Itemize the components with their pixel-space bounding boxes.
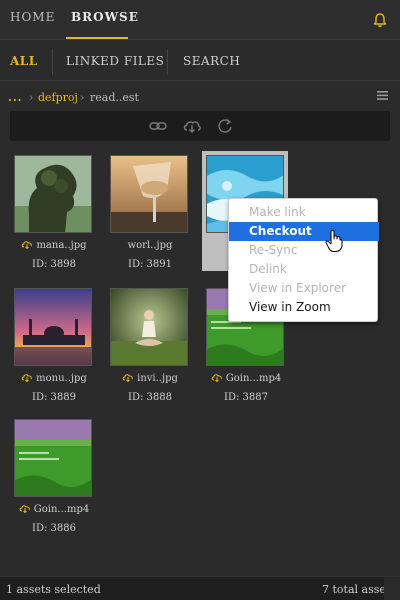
scrollbar-corner — [384, 577, 400, 600]
asset-filename: worl..jpg — [127, 240, 173, 251]
asset-name: invi..jpg — [106, 373, 194, 384]
selection-count: 1 assets selected — [6, 583, 101, 596]
filter-all[interactable]: ALL — [10, 54, 38, 68]
asset-tile[interactable]: monu..jpg ID: 3889 — [10, 284, 104, 404]
active-tab-indicator — [66, 37, 128, 39]
total-count: 7 total asset — [322, 583, 391, 596]
asset-filename: monu..jpg — [36, 373, 87, 384]
hand-cursor-icon — [325, 229, 343, 252]
menu-item-view-in-zoom[interactable]: View in Zoom — [229, 298, 379, 317]
filter-bar: ALL LINKED FILES SEARCH — [0, 41, 400, 81]
asset-thumbnail[interactable] — [14, 155, 92, 233]
tab-browse[interactable]: BROWSE — [71, 10, 139, 24]
status-bar: 1 assets selected 7 total asset — [0, 576, 400, 600]
context-menu: Make link Checkout Re-Sync Delink View i… — [228, 198, 379, 322]
asset-thumbnail[interactable] — [14, 288, 92, 366]
asset-filename: Goin...mp4 — [33, 504, 90, 515]
divider — [52, 49, 53, 75]
asset-name: worl..jpg — [106, 240, 194, 251]
action-toolbar — [10, 111, 390, 141]
asset-id: ID: 3889 — [32, 392, 76, 403]
asset-tile[interactable]: invi..jpg ID: 3888 — [106, 284, 200, 404]
refresh-icon[interactable] — [215, 117, 235, 135]
breadcrumb: ... › defproj › read..est — [0, 82, 400, 110]
asset-id: ID: 3891 — [128, 259, 172, 270]
menu-item-make-link[interactable]: Make link — [229, 203, 379, 222]
breadcrumb-separator: › — [80, 91, 85, 104]
menu-item-delink[interactable]: Delink — [229, 260, 379, 279]
asset-name: monu..jpg — [10, 373, 98, 384]
cloud-download-icon — [19, 505, 30, 513]
asset-thumbnail[interactable] — [110, 155, 188, 233]
asset-filename: invi..jpg — [137, 373, 178, 384]
breadcrumb-root[interactable]: ... — [8, 91, 23, 104]
hamburger-menu-icon[interactable] — [377, 91, 388, 100]
asset-id: ID: 3887 — [224, 392, 268, 403]
divider — [167, 49, 168, 75]
filter-search[interactable]: SEARCH — [183, 54, 240, 68]
asset-name: Goin...mp4 — [10, 504, 98, 515]
asset-id: ID: 3886 — [32, 523, 76, 534]
asset-filename: Goin...mp4 — [225, 373, 282, 384]
breadcrumb-separator: › — [29, 91, 34, 104]
asset-thumbnail[interactable] — [14, 419, 92, 497]
asset-thumbnail[interactable] — [110, 288, 188, 366]
cloud-download-icon — [211, 374, 222, 382]
menu-item-checkout[interactable]: Checkout — [229, 222, 379, 241]
breadcrumb-current: read..est — [90, 91, 139, 104]
breadcrumb-project[interactable]: defproj — [38, 91, 78, 104]
asset-tile[interactable]: worl..jpg ID: 3891 — [106, 151, 200, 271]
asset-name: mana..jpg — [10, 240, 98, 251]
top-nav: HOME BROWSE — [0, 0, 400, 40]
bell-icon[interactable] — [372, 12, 388, 28]
asset-tile[interactable]: mana..jpg ID: 3898 — [10, 151, 104, 271]
tab-home[interactable]: HOME — [10, 10, 55, 24]
menu-item-re-sync[interactable]: Re-Sync — [229, 241, 379, 260]
cloud-download-icon — [22, 241, 33, 249]
filter-linked-files[interactable]: LINKED FILES — [66, 54, 164, 68]
asset-id: ID: 3888 — [128, 392, 172, 403]
menu-item-view-in-explorer[interactable]: View in Explorer — [229, 279, 379, 298]
asset-tile[interactable]: Goin...mp4 ID: 3886 — [10, 415, 104, 535]
cloud-download-icon — [122, 374, 133, 382]
asset-name: Goin...mp4 — [202, 373, 290, 384]
asset-id: ID: 3898 — [32, 259, 76, 270]
link-icon[interactable] — [148, 117, 168, 135]
cloud-download-icon[interactable] — [182, 117, 202, 135]
cloud-download-icon — [21, 374, 32, 382]
asset-filename: mana..jpg — [36, 240, 87, 251]
